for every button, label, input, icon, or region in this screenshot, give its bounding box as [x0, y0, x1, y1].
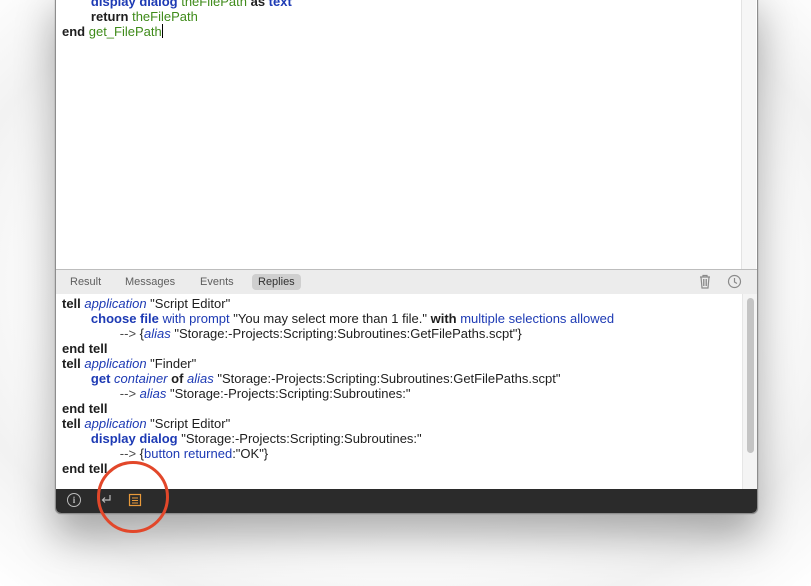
code-token: end: [62, 24, 89, 39]
reply-token: end tell: [62, 341, 108, 356]
reply-line: --> {alias "Storage:-Projects:Scripting:…: [62, 326, 522, 341]
replies-log-area[interactable]: tell application "Script Editor" choose …: [56, 294, 757, 489]
code-token: text: [265, 0, 292, 9]
tab-replies[interactable]: Replies: [252, 274, 301, 290]
log-scrollbar[interactable]: [742, 294, 757, 489]
reply-token: "Script Editor": [146, 296, 231, 311]
reply-token: get: [90, 371, 115, 386]
reply-token: container: [114, 371, 168, 386]
reply-line: tell application "Script Editor": [62, 416, 230, 431]
script-editor-text-area[interactable]: display dialog theFilePath as text retur…: [56, 0, 756, 269]
reply-token: "Storage:-Projects:Scripting:Subroutines…: [166, 386, 411, 401]
reply-token: button returned: [144, 446, 233, 461]
reply-token: application: [84, 416, 147, 431]
info-icon[interactable]: i: [67, 493, 81, 507]
reply-token: "Storage:-Projects:Scripting:Subroutines…: [213, 371, 561, 386]
log-tab-bar: Result Messages Events Replies: [56, 269, 757, 295]
text-caret: [161, 24, 163, 38]
tab-messages[interactable]: Messages: [119, 274, 181, 290]
reply-line: end tell: [62, 461, 108, 476]
editor-scrollbar[interactable]: [741, 0, 756, 269]
reply-token: alias: [187, 371, 214, 386]
reply-line: choose file with prompt "You may select …: [62, 311, 614, 326]
tab-result[interactable]: Result: [64, 274, 107, 290]
reply-token: of: [167, 371, 188, 386]
reply-token: alias: [144, 326, 171, 341]
reply-line: --> {button returned:"OK"}: [62, 446, 268, 461]
reply-token: end tell: [62, 461, 108, 476]
code-token: display dialog: [90, 0, 178, 9]
reply-token: application: [84, 356, 147, 371]
reply-token: [62, 311, 91, 326]
reply-line: tell application "Finder": [62, 356, 196, 371]
code-token: get_FilePath: [88, 24, 162, 39]
code-token: return: [90, 9, 133, 24]
reply-token: "Storage:-Projects:Scripting:Subroutines…: [177, 431, 422, 446]
reply-token: tell: [62, 356, 85, 371]
reply-token: -->: [62, 326, 140, 341]
reply-token: "You may select more than 1 file.": [229, 311, 431, 326]
reply-token: with: [430, 311, 457, 326]
reply-line: --> alias "Storage:-Projects:Scripting:S…: [62, 386, 411, 401]
clock-icon[interactable]: [726, 274, 742, 290]
reply-token: application: [84, 296, 147, 311]
code-token: theFilePath: [132, 9, 198, 24]
code-line: display dialog theFilePath as text: [62, 0, 292, 9]
reply-line: get container of alias "Storage:-Project…: [62, 371, 561, 386]
reply-line: end tell: [62, 401, 108, 416]
tab-events[interactable]: Events: [194, 274, 240, 290]
reply-token: "Script Editor": [146, 416, 231, 431]
reply-token: -->: [62, 446, 140, 461]
reply-token: multiple selections allowed: [456, 311, 615, 326]
reply-token: alias: [139, 386, 167, 401]
reply-token: choose file: [90, 311, 159, 326]
reply-token: [62, 431, 91, 446]
code-token: as: [250, 0, 266, 9]
reply-line: tell application "Script Editor": [62, 296, 230, 311]
reply-token: [62, 371, 91, 386]
reply-token: :"OK"}: [232, 446, 269, 461]
reply-token: with prompt: [158, 311, 230, 326]
script-editor-window: display dialog theFilePath as text retur…: [55, 0, 758, 514]
reply-token: "Storage:-Projects:Scripting:Subroutines…: [170, 326, 522, 341]
reply-token: end tell: [62, 401, 108, 416]
annotation-highlight-circle: [97, 461, 169, 533]
reply-token: tell: [62, 416, 85, 431]
reply-token: display dialog: [90, 431, 178, 446]
reply-token: "Finder": [146, 356, 197, 371]
code-line: end get_FilePath: [62, 24, 163, 39]
trash-icon[interactable]: [697, 274, 713, 290]
reply-token: -->: [62, 386, 140, 401]
code-token: theFilePath: [177, 0, 251, 9]
reply-token: tell: [62, 296, 85, 311]
log-scrollbar-thumb[interactable]: [747, 298, 754, 453]
code-line: return theFilePath: [62, 9, 198, 24]
reply-line: end tell: [62, 341, 108, 356]
reply-line: display dialog "Storage:-Projects:Script…: [62, 431, 422, 446]
